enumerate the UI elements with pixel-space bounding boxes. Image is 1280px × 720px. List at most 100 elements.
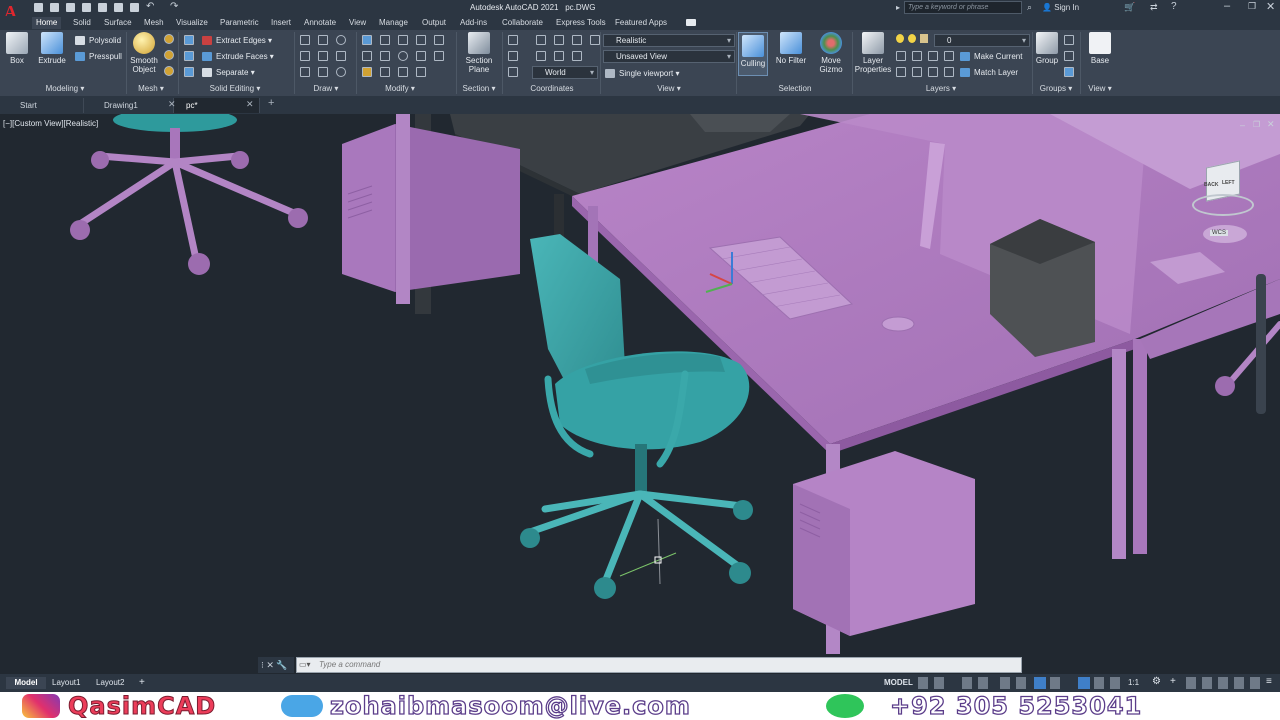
file-tab-drawing1[interactable]: Drawing1	[84, 98, 174, 113]
clean-screen-icon[interactable]	[1250, 677, 1260, 689]
layer-thaw-all-icon[interactable]	[912, 67, 922, 77]
search-input[interactable]: Type a keyword or phrase	[904, 1, 1022, 14]
polar-icon[interactable]	[978, 677, 988, 689]
layout-tab-layout2[interactable]: Layout2	[96, 677, 124, 689]
ucs-world-icon[interactable]	[508, 67, 518, 77]
tab-view[interactable]: View	[345, 17, 370, 29]
separate-button[interactable]: Separate ▾	[202, 66, 255, 79]
arc-icon[interactable]	[318, 51, 328, 61]
presspull-button[interactable]: Presspull	[75, 50, 122, 63]
tab-manage[interactable]: Manage	[375, 17, 412, 29]
panel-title-selection[interactable]: Selection	[740, 83, 850, 95]
snap-icon[interactable]	[934, 677, 944, 689]
auto-scale-icon[interactable]	[1094, 677, 1104, 689]
base-view-button[interactable]: Base	[1086, 32, 1114, 65]
command-line[interactable]: ▭▾ Type a command	[296, 657, 1022, 673]
viewport-config-button[interactable]: Single viewport ▾	[605, 67, 680, 80]
cart-icon[interactable]: 🛒	[1124, 2, 1135, 13]
rotate-icon[interactable]	[380, 35, 390, 45]
close-tab-icon[interactable]: ✕	[168, 99, 176, 110]
box-button[interactable]: Box	[4, 32, 30, 65]
tab-annotate[interactable]: Annotate	[300, 17, 340, 29]
viewcube-face-left[interactable]: LEFT	[1222, 180, 1236, 186]
restore-icon[interactable]: ❐	[1248, 1, 1256, 12]
tab-solid[interactable]: Solid	[69, 17, 95, 29]
scale-icon[interactable]	[416, 51, 426, 61]
no-filter-button[interactable]: No Filter	[774, 32, 808, 65]
section-plane-button[interactable]: Section Plane	[460, 32, 498, 74]
new-tab-icon[interactable]: +	[268, 97, 274, 109]
erase-icon[interactable]	[434, 35, 444, 45]
named-view-dropdown[interactable]: Unsaved View	[603, 50, 735, 63]
panel-title-layers[interactable]: Layers ▾	[856, 83, 1026, 95]
line-icon[interactable]	[300, 35, 310, 45]
search-icon[interactable]: ⌕	[1027, 2, 1032, 13]
group-button[interactable]: Group	[1034, 32, 1060, 65]
spline-icon[interactable]	[300, 51, 310, 61]
viewcube[interactable]: BACK LEFT WCS	[1192, 160, 1256, 236]
smooth-less-icon[interactable]	[164, 50, 174, 60]
ucs-x-icon[interactable]	[554, 35, 564, 45]
drawing-viewport[interactable]: [−][Custom View][Realistic] BACK LEFT WC…	[0, 114, 1280, 674]
panel-title-section[interactable]: Section ▾	[456, 83, 502, 95]
ucs-z-icon[interactable]	[590, 35, 600, 45]
new-file-icon[interactable]	[34, 3, 43, 12]
panel-title-coordinates[interactable]: Coordinates	[504, 83, 600, 95]
save-as-icon[interactable]	[82, 3, 91, 12]
ucs-y-icon[interactable]	[572, 35, 582, 45]
panel-title-groups[interactable]: Groups ▾	[1034, 83, 1078, 95]
command-input[interactable]: Type a command	[319, 660, 380, 669]
add-layout-icon[interactable]: +	[139, 677, 145, 689]
save-icon[interactable]	[66, 3, 75, 12]
match-layer-button[interactable]: Match Layer	[960, 66, 1018, 79]
donut-icon[interactable]	[336, 67, 346, 77]
polygon-icon[interactable]	[300, 67, 310, 77]
command-prompt-icon[interactable]: ▭▾	[299, 660, 311, 669]
annotation-scale-dropdown[interactable]: 1:1	[1128, 677, 1139, 689]
command-line-controls[interactable]: ⁝ ✕ 🔧	[258, 657, 294, 673]
open-file-icon[interactable]	[50, 3, 59, 12]
array-icon[interactable]	[380, 67, 390, 77]
tab-parametric[interactable]: Parametric	[216, 17, 263, 29]
help-icon[interactable]: ?	[1171, 1, 1177, 12]
layer-lock-toggle-icon[interactable]	[944, 51, 954, 61]
isolate-objects-icon[interactable]	[1218, 677, 1228, 689]
undo-icon[interactable]: ↶	[146, 1, 154, 12]
viewport-minimize-icon[interactable]: –	[1240, 120, 1245, 130]
tab-home[interactable]: Home	[32, 17, 62, 29]
extrude-faces-button[interactable]: Extrude Faces ▾	[202, 50, 274, 63]
layer-isolate-icon[interactable]	[912, 51, 922, 61]
ellipse-icon[interactable]	[336, 51, 346, 61]
polysolid-button[interactable]: Polysolid	[75, 34, 121, 47]
layout-tab-layout1[interactable]: Layout1	[52, 677, 80, 689]
tab-featured-apps[interactable]: Featured Apps	[611, 17, 671, 29]
lineweight-icon[interactable]	[1050, 677, 1060, 689]
tab-output[interactable]: Output	[418, 17, 450, 29]
union-icon[interactable]	[184, 35, 194, 45]
3d-move-icon[interactable]	[416, 67, 426, 77]
layer-properties-button[interactable]: Layer Properties	[854, 32, 892, 74]
ucs-icon[interactable]	[508, 35, 518, 45]
extrude-button[interactable]: Extrude	[36, 32, 68, 65]
workspace-gear-icon[interactable]: ⚙	[1152, 676, 1161, 688]
annotation-visibility-icon[interactable]	[1078, 677, 1090, 689]
rectangle-icon[interactable]	[318, 67, 328, 77]
tab-surface[interactable]: Surface	[100, 17, 136, 29]
panel-title-view[interactable]: View ▾	[604, 83, 734, 95]
ucs-face-icon[interactable]	[554, 51, 564, 61]
close-icon[interactable]: ✕	[1266, 0, 1275, 13]
viewport-controls-label[interactable]: [−][Custom View][Realistic]	[3, 119, 98, 128]
circle-icon[interactable]	[336, 35, 346, 45]
subtract-icon[interactable]	[184, 51, 194, 61]
plot-icon[interactable]	[130, 3, 139, 12]
smooth-more-icon[interactable]	[164, 34, 174, 44]
close-tab-icon[interactable]: ✕	[246, 99, 254, 110]
mirror-icon[interactable]	[362, 51, 372, 61]
visual-style-dropdown[interactable]: Realistic	[603, 34, 735, 47]
layer-dropdown[interactable]: 0	[934, 34, 1030, 47]
tab-add-ins[interactable]: Add-ins	[456, 17, 491, 29]
tab-visualize[interactable]: Visualize	[172, 17, 212, 29]
annotation-scale-icon[interactable]	[1110, 677, 1120, 689]
panel-title-modeling[interactable]: Modeling ▾	[30, 83, 100, 95]
culling-button[interactable]: Culling	[738, 32, 768, 76]
